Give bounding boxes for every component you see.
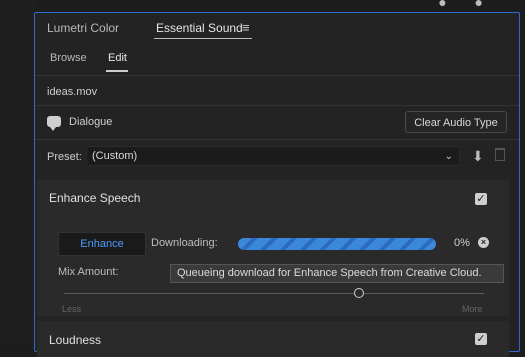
preset-dropdown[interactable]: (Custom) ⌄ <box>86 146 460 166</box>
left-panel-edge <box>0 0 34 344</box>
essential-sound-panel: Lumetri Color Essential Sound ≡ Browse E… <box>34 12 520 357</box>
active-tab-underline <box>154 38 252 39</box>
panel-tab-bar: Lumetri Color Essential Sound ≡ <box>35 13 519 41</box>
mix-amount-slider-track[interactable] <box>64 293 484 294</box>
enhance-speech-checkbox[interactable]: ✓ <box>475 193 487 205</box>
loudness-title: Loudness <box>49 333 102 347</box>
download-progress-bar <box>238 238 436 250</box>
cancel-download-icon[interactable]: × <box>478 237 489 248</box>
slider-less-label: Less <box>62 304 82 314</box>
audio-type-label: Dialogue <box>69 116 113 128</box>
active-subtab-underline <box>106 70 128 72</box>
tab-lumetri-color[interactable]: Lumetri Color <box>47 21 119 35</box>
tab-edit[interactable]: Edit <box>108 52 127 64</box>
clear-audio-type-button[interactable]: Clear Audio Type <box>405 111 507 133</box>
delete-preset-icon[interactable] <box>495 148 505 161</box>
chevron-down-icon: ⌄ <box>444 151 453 162</box>
downloading-label: Downloading: <box>151 237 218 249</box>
divider <box>35 139 519 140</box>
progress-percent: 0% <box>454 237 470 249</box>
mix-amount-slider-thumb[interactable] <box>354 288 364 298</box>
subtab-bar: Browse Edit <box>35 47 519 73</box>
panel-menu-icon[interactable]: ≡ <box>242 20 250 35</box>
tab-browse[interactable]: Browse <box>50 52 87 64</box>
preset-value: (Custom) <box>92 150 138 162</box>
dialogue-icon <box>47 116 61 131</box>
mix-amount-label: Mix Amount: <box>58 266 119 278</box>
enhance-speech-section: Enhance Speech ✓ Enhance Downloading: 0%… <box>37 180 509 316</box>
loudness-checkbox[interactable]: ✓ <box>475 333 487 345</box>
clip-filename: ideas.mov <box>47 86 98 98</box>
preset-label: Preset: <box>47 151 82 163</box>
divider <box>35 105 519 106</box>
download-tooltip: Queueing download for Enhance Speech fro… <box>170 264 504 283</box>
save-preset-icon[interactable]: ⬇ <box>472 148 484 165</box>
enhance-button[interactable]: Enhance <box>58 232 146 256</box>
tab-essential-sound[interactable]: Essential Sound <box>156 21 243 35</box>
window-controls-icon[interactable]: ● ● <box>438 0 495 10</box>
divider <box>35 75 519 76</box>
enhance-speech-title: Enhance Speech <box>49 191 141 205</box>
loudness-section: Loudness ✓ <box>37 321 509 357</box>
slider-more-label: More <box>462 304 483 314</box>
